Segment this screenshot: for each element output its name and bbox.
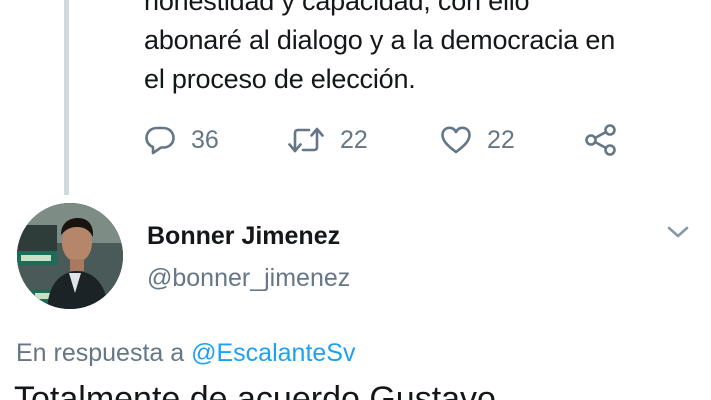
- share-button[interactable]: [584, 119, 618, 161]
- previous-tweet-line: el proceso de elección.: [144, 64, 416, 94]
- reply-mention-link[interactable]: @EscalanteSv: [191, 339, 355, 367]
- tweet-action-bar: 36 22 22: [144, 119, 684, 161]
- reply-button[interactable]: 36: [144, 119, 219, 161]
- share-icon: [585, 124, 616, 156]
- previous-tweet-text: honestidad y capacidad, con ello abonaré…: [144, 0, 704, 99]
- heart-icon: [441, 126, 471, 154]
- author-handle[interactable]: @bonner_jimenez: [147, 264, 350, 293]
- author-name[interactable]: Bonner Jimenez: [147, 222, 340, 251]
- chevron-down-icon: [667, 226, 689, 238]
- previous-tweet-line: abonaré al dialogo y a la democracia en: [144, 25, 616, 55]
- thread-connector-line: [64, 0, 69, 195]
- reply-count: 36: [191, 125, 219, 154]
- like-button[interactable]: 22: [440, 119, 515, 161]
- like-count: 22: [487, 125, 515, 154]
- previous-tweet-line: honestidad y capacidad, con ello: [144, 0, 530, 16]
- tweet-menu-button[interactable]: [664, 218, 692, 246]
- reply-icon: [145, 126, 175, 155]
- avatar[interactable]: [17, 203, 123, 309]
- avatar-photo: [17, 203, 123, 309]
- reply-prefix: En respuesta a: [16, 339, 185, 367]
- reply-context: En respuesta a @EscalanteSv: [16, 339, 355, 368]
- retweet-button[interactable]: 22: [287, 119, 368, 161]
- retweet-icon: [288, 127, 324, 153]
- tweet-text: Totalmente de acuerdo Gustavo: [14, 380, 496, 400]
- tweet-thread-view: honestidad y capacidad, con ello abonaré…: [0, 0, 711, 400]
- retweet-count: 22: [340, 125, 368, 154]
